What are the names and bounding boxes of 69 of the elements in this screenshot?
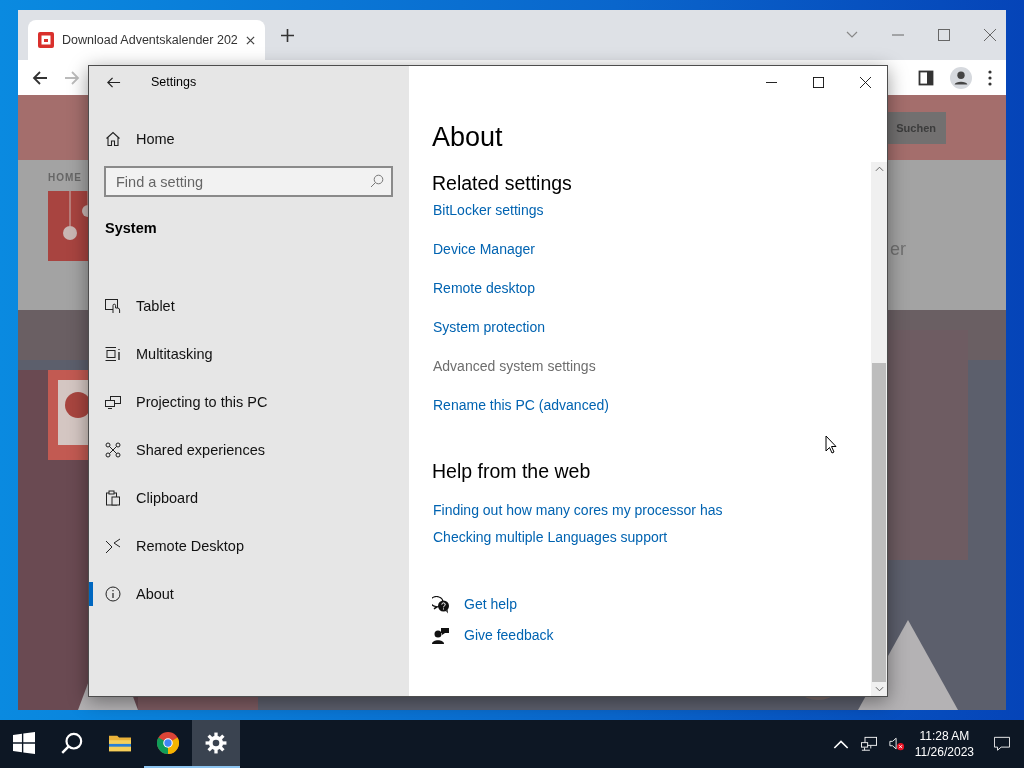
section-heading: System <box>105 220 158 236</box>
notification-icon[interactable] <box>994 736 1010 752</box>
nav-label: Tablet <box>136 298 175 314</box>
maximize-icon[interactable] <box>813 76 824 88</box>
about-icon <box>105 586 121 602</box>
nav-item[interactable]: Tablet <box>89 282 409 330</box>
settings-link[interactable]: BitLocker settings <box>433 200 544 220</box>
support-link[interactable]: Give feedback <box>464 626 554 646</box>
windows-logo-icon[interactable] <box>13 732 35 754</box>
new-tab-icon[interactable] <box>281 28 294 42</box>
settings-link[interactable]: Rename this PC (advanced) <box>433 395 609 415</box>
scroll-down-icon[interactable] <box>874 686 884 692</box>
volume-muted-icon[interactable] <box>888 736 905 752</box>
cursor-icon <box>825 435 837 454</box>
person-feedback-icon <box>432 626 450 645</box>
profile-icon[interactable] <box>950 66 972 89</box>
chrome-icon <box>157 732 179 754</box>
shared-icon <box>105 442 121 458</box>
nav-item[interactable]: Projecting to this PC <box>89 378 409 426</box>
tab-title: Download Adventskalender 202 <box>62 33 238 47</box>
clock-date[interactable]: 11/26/2023 <box>914 744 974 760</box>
page-title: About <box>432 121 503 154</box>
clipboard-icon <box>105 490 121 506</box>
help-chat-icon <box>432 595 450 614</box>
scrollbar[interactable] <box>871 162 887 696</box>
scroll-thumb[interactable] <box>872 363 886 682</box>
nav-item[interactable]: About <box>89 570 409 618</box>
nav-label: Remote Desktop <box>136 538 244 554</box>
clock-time[interactable]: 11:28 AM <box>919 728 970 744</box>
search-field[interactable]: Find a setting <box>104 166 393 197</box>
menu-icon[interactable] <box>988 69 992 86</box>
nav-item[interactable]: Multitasking <box>89 330 409 378</box>
support-link[interactable]: Get help <box>464 595 517 615</box>
nav-label: About <box>136 586 174 602</box>
section-heading: Help from the web <box>432 459 591 484</box>
multitasking-icon <box>105 346 121 362</box>
scroll-up-icon[interactable] <box>874 166 884 172</box>
close-icon[interactable] <box>860 76 871 88</box>
back-arrow-icon[interactable] <box>32 69 48 86</box>
nav-label: Multitasking <box>136 346 213 362</box>
sidebar-icon[interactable] <box>918 69 934 86</box>
nav-item[interactable]: Clipboard <box>89 474 409 522</box>
network-icon[interactable] <box>860 736 877 752</box>
nav-label: Home <box>136 130 175 147</box>
calendar-icon <box>38 32 54 48</box>
nav-item[interactable]: Shared experiences <box>89 426 409 474</box>
settings-link[interactable]: Device Manager <box>433 239 535 259</box>
remote-icon <box>105 538 121 554</box>
nav-label: Shared experiences <box>136 442 265 458</box>
gear-icon <box>205 732 227 754</box>
browser-tab[interactable]: Download Adventskalender 202 <box>28 20 265 60</box>
settings-link[interactable]: System protection <box>433 317 546 337</box>
window-title: Settings <box>151 75 197 89</box>
nav-label: Projecting to this PC <box>136 394 268 410</box>
close-icon[interactable] <box>246 35 255 45</box>
search-icon <box>370 174 384 188</box>
help-link[interactable]: Finding out how many cores my processor has <box>433 501 723 521</box>
settings-link[interactable]: Remote desktop <box>433 278 535 298</box>
settings-link: Advanced system settings <box>433 356 596 376</box>
nav-label: Clipboard <box>136 490 199 506</box>
help-link[interactable]: Checking multiple Languages support <box>433 528 668 548</box>
tablet-icon <box>105 298 121 314</box>
home-nav-item[interactable]: Home <box>89 115 409 162</box>
section-heading: Related settings <box>432 172 572 196</box>
projecting-icon <box>105 394 121 410</box>
home-icon <box>105 130 121 147</box>
search-icon[interactable] <box>61 732 83 754</box>
nav-item[interactable]: Remote Desktop <box>89 522 409 570</box>
taskbar-app[interactable] <box>192 720 240 768</box>
